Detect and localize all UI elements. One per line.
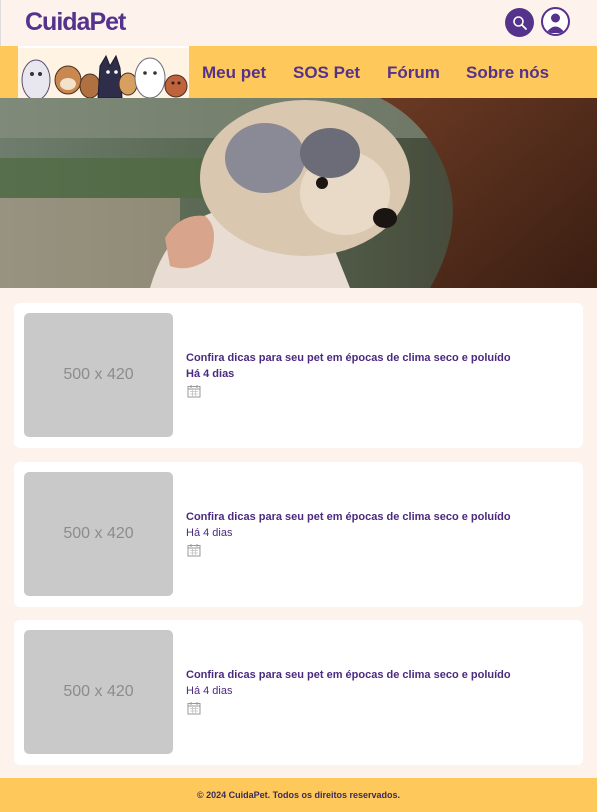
post-date: Há 4 dias — [186, 368, 235, 380]
search-icon — [512, 15, 527, 30]
site-logo[interactable]: CuidaPet — [25, 8, 126, 37]
post-card[interactable]: 500 x 420 Confira dicas para seu pet em … — [14, 303, 583, 448]
post-title[interactable]: Confira dicas para seu pet em épocas de … — [186, 669, 511, 681]
post-thumbnail[interactable]: 500 x 420 — [24, 313, 173, 437]
calendar-icon — [187, 385, 201, 398]
footer-copyright: © 2024 CuidaPet. Todos os direitos reser… — [196, 790, 401, 800]
user-account-button[interactable] — [541, 7, 570, 36]
top-header: CuidaPet — [0, 0, 597, 46]
dogs-illustration — [18, 46, 189, 98]
nav-sos-pet[interactable]: SOS Pet — [293, 63, 360, 83]
post-card[interactable]: 500 x 420 Confira dicas para seu pet em … — [14, 462, 583, 607]
nav-sobre-nos[interactable]: Sobre nós — [466, 63, 549, 83]
nav-meu-pet[interactable]: Meu pet — [202, 63, 266, 83]
post-title[interactable]: Confira dicas para seu pet em épocas de … — [186, 511, 511, 523]
user-icon — [546, 13, 565, 33]
hero-image — [0, 98, 597, 288]
calendar-icon — [187, 544, 201, 557]
search-button[interactable] — [505, 8, 534, 37]
post-title[interactable]: Confira dicas para seu pet em épocas de … — [186, 352, 511, 364]
site-footer: © 2024 CuidaPet. Todos os direitos reser… — [0, 778, 597, 812]
post-date: Há 4 dias — [186, 685, 233, 697]
post-thumbnail[interactable]: 500 x 420 — [24, 630, 173, 754]
nav-forum[interactable]: Fórum — [387, 63, 440, 83]
post-thumbnail[interactable]: 500 x 420 — [24, 472, 173, 596]
post-card[interactable]: 500 x 420 Confira dicas para seu pet em … — [14, 620, 583, 765]
post-date: Há 4 dias — [186, 527, 233, 539]
main-nav: Meu pet SOS Pet Fórum Sobre nós — [0, 46, 597, 98]
calendar-icon — [187, 702, 201, 715]
